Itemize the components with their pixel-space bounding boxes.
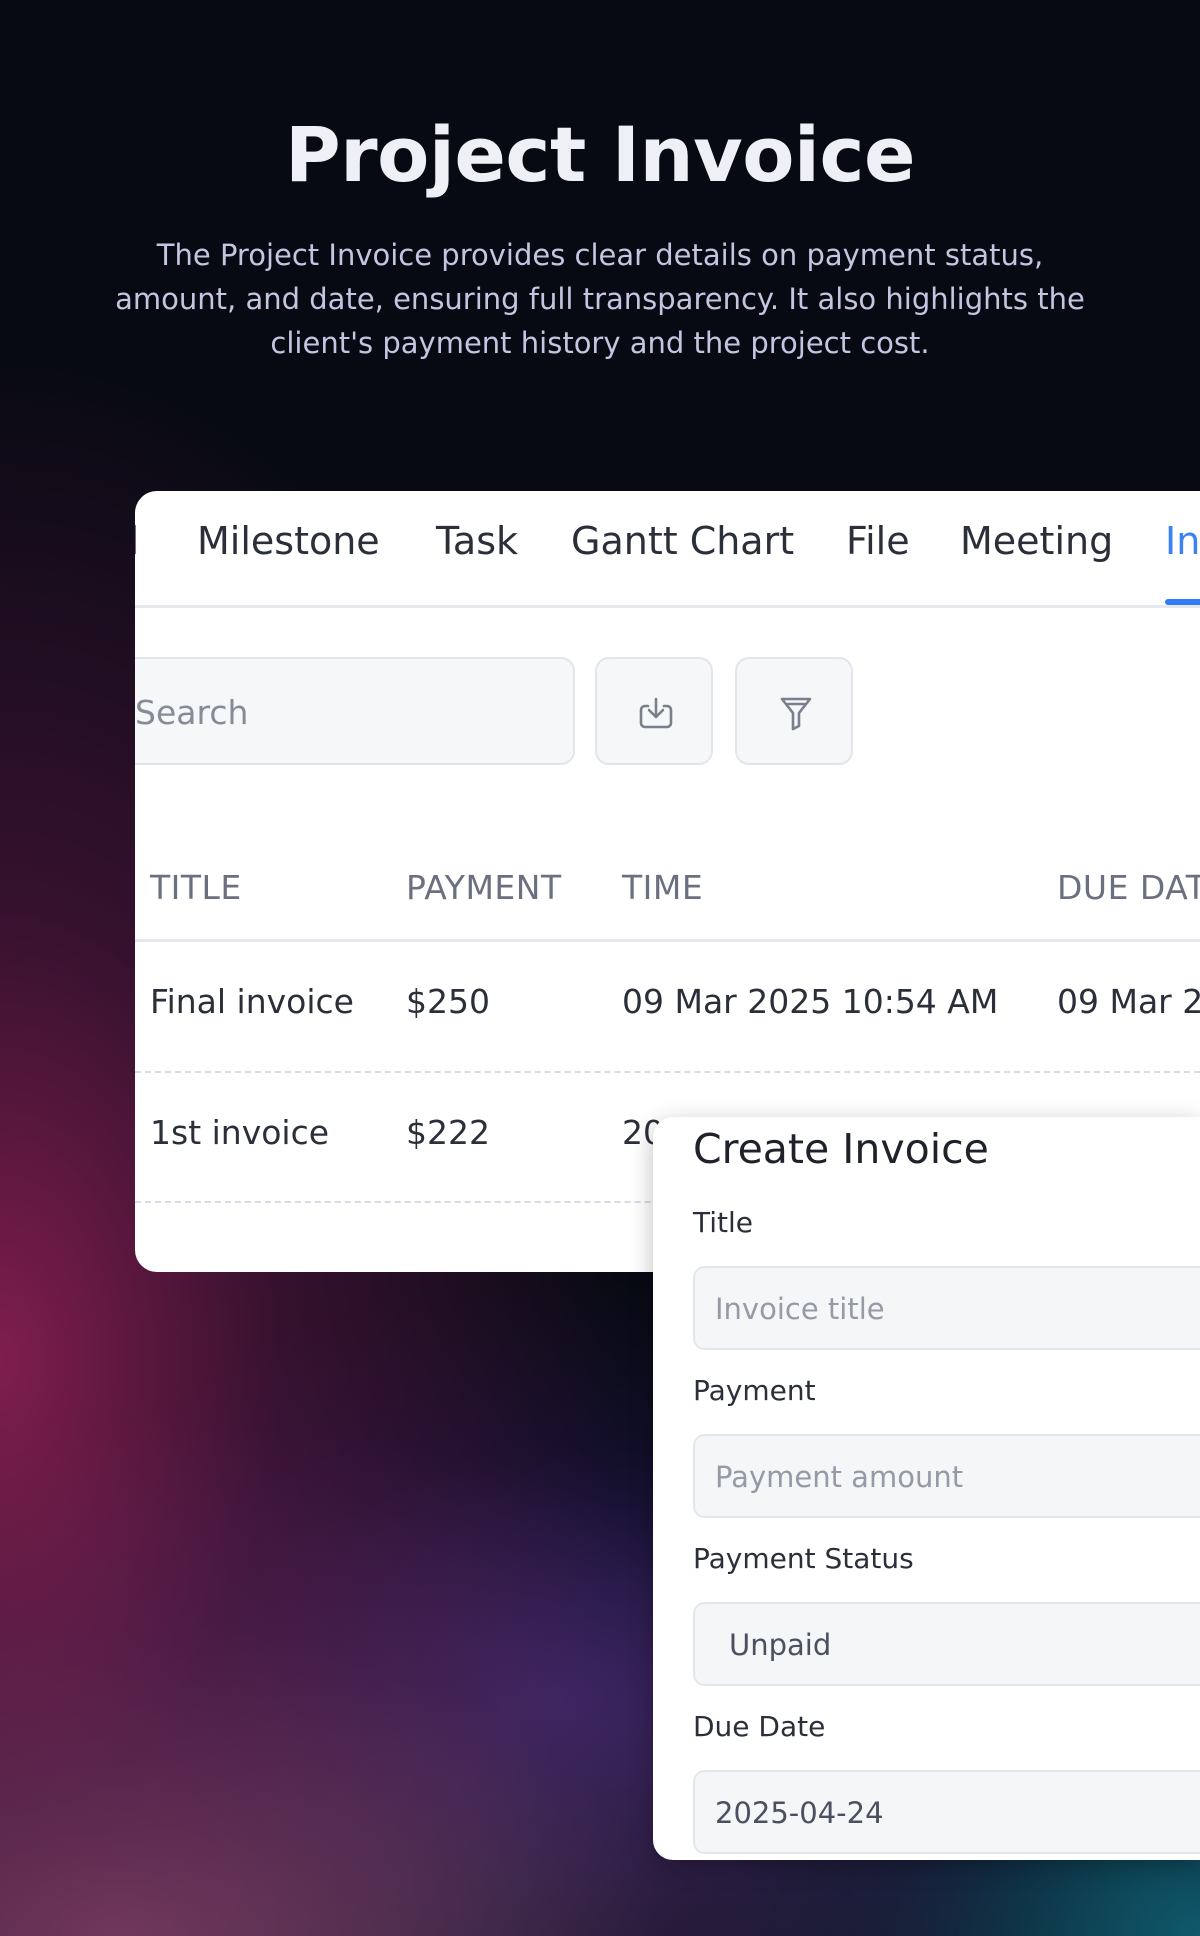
filter-icon	[780, 697, 812, 731]
due-date-label: Due Date	[693, 1710, 826, 1743]
table-row[interactable]: Final invoice $250 09 Mar 2025 10:54 AM …	[135, 942, 1200, 1070]
project-tabs: d Milestone Task Gantt Chart File Meetin…	[135, 491, 1200, 608]
create-invoice-modal: Create Invoice Title Invoice title Payme…	[653, 1117, 1200, 1860]
tab-file[interactable]: File	[846, 519, 910, 563]
invoice-title-input[interactable]: Invoice title	[693, 1266, 1200, 1350]
column-header-time[interactable]: TIME	[622, 868, 703, 907]
tab-invoice[interactable]: In	[1165, 519, 1200, 563]
payment-status-value: Unpaid	[729, 1628, 832, 1662]
payment-status-select[interactable]: Unpaid	[693, 1602, 1200, 1686]
column-header-due-date[interactable]: DUE DAT	[1057, 868, 1200, 907]
tab-task[interactable]: Task	[436, 519, 518, 563]
invoice-title-cell: Final invoice	[150, 982, 354, 1021]
invoice-title-placeholder: Invoice title	[715, 1292, 885, 1326]
modal-title: Create Invoice	[693, 1125, 989, 1173]
tab-meeting[interactable]: Meeting	[960, 519, 1113, 563]
search-placeholder: Search	[135, 693, 249, 732]
active-tab-indicator	[1165, 599, 1200, 605]
invoice-due-date-cell: 09 Mar 2	[1057, 982, 1200, 1021]
tab-gantt-chart[interactable]: Gantt Chart	[571, 519, 794, 563]
filter-button[interactable]	[735, 657, 853, 765]
invoice-payment-cell: $250	[406, 982, 490, 1021]
payment-amount-input[interactable]: Payment amount	[693, 1434, 1200, 1518]
tab-dashboard[interactable]: d	[135, 519, 139, 563]
tab-milestone[interactable]: Milestone	[197, 519, 380, 563]
payment-field-label: Payment	[693, 1374, 816, 1407]
page-description: The Project Invoice provides clear detai…	[115, 238, 1085, 360]
download-button[interactable]	[595, 657, 713, 765]
download-icon	[639, 697, 673, 729]
page-title: Project Invoice	[284, 110, 916, 199]
hero-section: Project Invoice The Project Invoice prov…	[0, 110, 1200, 365]
due-date-value: 2025-04-24	[715, 1796, 884, 1830]
payment-status-label: Payment Status	[693, 1542, 914, 1575]
column-header-payment[interactable]: PAYMENT	[406, 868, 562, 907]
payment-amount-placeholder: Payment amount	[715, 1460, 964, 1494]
invoice-time-cell: 09 Mar 2025 10:54 AM	[622, 982, 999, 1021]
invoice-payment-cell: $222	[406, 1113, 490, 1152]
search-input[interactable]: Search	[135, 657, 575, 765]
invoice-title-cell: 1st invoice	[150, 1113, 330, 1152]
title-field-label: Title	[693, 1206, 754, 1239]
due-date-input[interactable]: 2025-04-24	[693, 1770, 1200, 1854]
column-header-title[interactable]: TITLE	[150, 868, 242, 907]
